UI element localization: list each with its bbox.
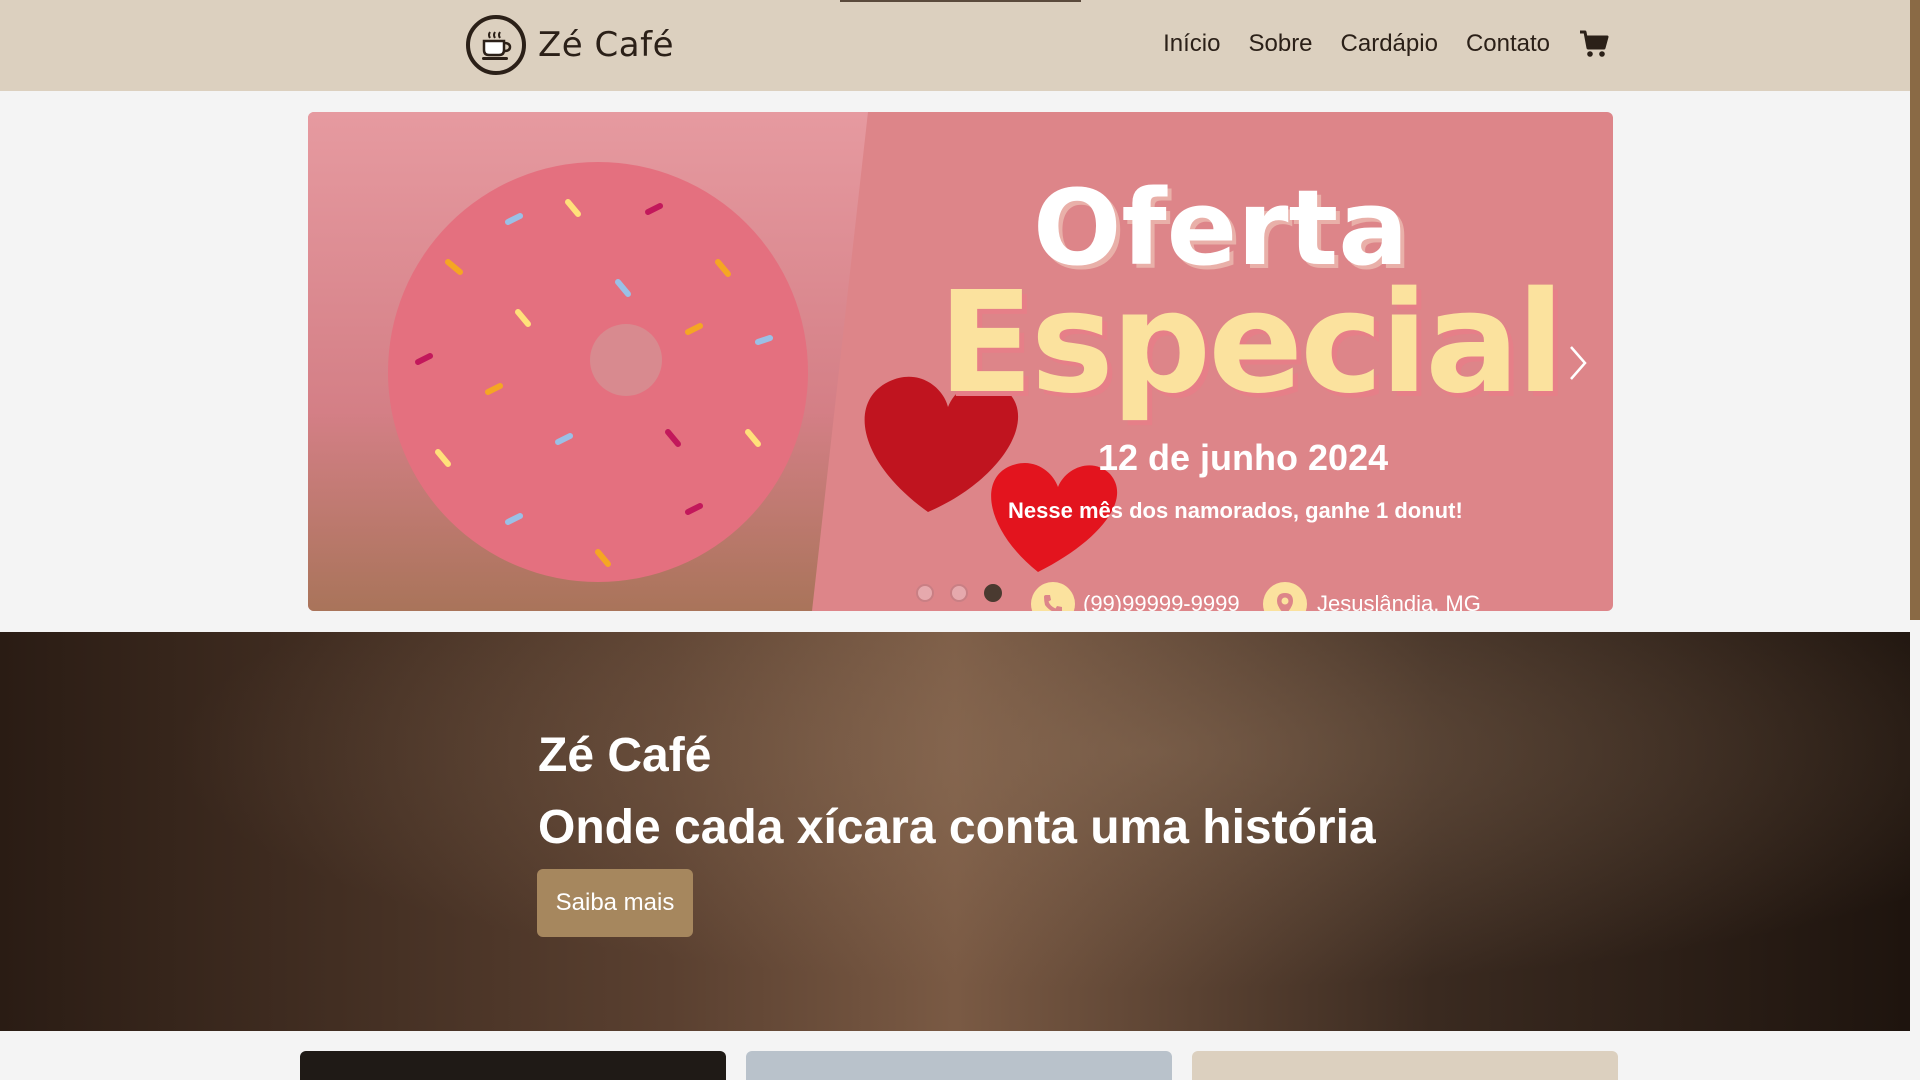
promo-carousel: Oferta Especial 12 de junho 2024 Nesse m… [308, 112, 1613, 611]
nav-link-contato[interactable]: Contato [1466, 30, 1550, 58]
carousel-dot-2[interactable] [950, 584, 968, 602]
nav-link-cardapio[interactable]: Cardápio [1341, 30, 1438, 58]
carousel-dot-3[interactable] [984, 584, 1002, 602]
hero-title: Zé Café [538, 729, 712, 782]
hero-section: Zé Café Onde cada xícara conta uma histó… [0, 632, 1910, 1031]
scrollbar[interactable] [1910, 0, 1920, 1080]
location-pin-icon [1263, 582, 1307, 611]
offer-subtitle: Especial [938, 262, 1565, 425]
promo-location-text: Jesuslândia, MG [1317, 591, 1481, 611]
nav-menu: Início Sobre Cardápio Contato [1163, 28, 1610, 60]
donut-image [308, 112, 868, 611]
promo-phone-text: (99)99999-9999 [1083, 591, 1240, 611]
chevron-right-icon[interactable] [1563, 338, 1593, 388]
navbar: Zé Café Início Sobre Cardápio Contato [0, 0, 1910, 91]
carousel-dot-1[interactable] [916, 584, 934, 602]
saiba-mais-button[interactable]: Saiba mais [537, 869, 693, 937]
card-row [300, 1051, 1618, 1080]
offer-date: 12 de junho 2024 [1098, 437, 1389, 478]
hero-subtitle: Onde cada xícara conta uma história [538, 801, 1376, 854]
promo-location: Jesuslândia, MG [1263, 582, 1481, 611]
brand[interactable]: Zé Café [466, 15, 674, 75]
phone-icon [1031, 582, 1075, 611]
brand-name: Zé Café [538, 25, 674, 65]
card-1[interactable] [300, 1051, 726, 1080]
nav-link-inicio[interactable]: Início [1163, 30, 1220, 58]
nav-progress-bar [840, 0, 1081, 2]
carousel-indicators [916, 584, 1002, 602]
card-3[interactable] [1192, 1051, 1618, 1080]
offer-description: Nesse mês dos namorados, ganhe 1 donut! [1008, 498, 1463, 523]
scrollbar-thumb[interactable] [1910, 0, 1920, 620]
promo-phone: (99)99999-9999 [1031, 582, 1240, 611]
coffee-cup-icon [466, 15, 526, 75]
card-2[interactable] [746, 1051, 1172, 1080]
nav-link-sobre[interactable]: Sobre [1248, 30, 1312, 58]
cart-icon[interactable] [1578, 28, 1610, 60]
